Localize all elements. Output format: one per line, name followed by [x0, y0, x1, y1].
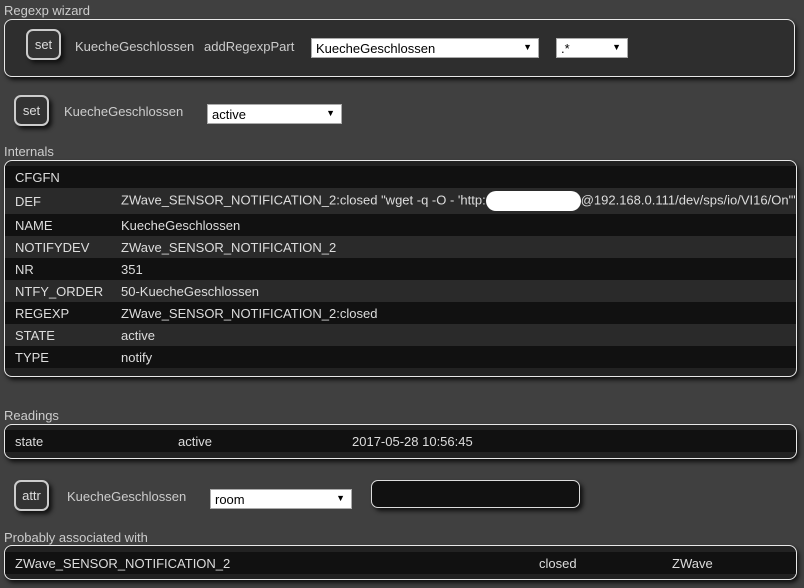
device-name: KuecheGeschlossen: [67, 489, 187, 504]
internal-key: STATE: [15, 327, 55, 343]
reading-timestamp: 2017-05-28 10:56:45: [352, 433, 473, 449]
internal-key: DEF: [15, 193, 41, 209]
command-label: addRegexpPart: [204, 39, 295, 54]
readings-table: state active 2017-05-28 10:56:45: [4, 424, 797, 459]
set-state-select[interactable]: active ▼: [207, 104, 342, 124]
chevron-down-icon: ▼: [326, 108, 335, 118]
def-part-2: @192.168.0.111/dev/sps/io/VI16/On'": [580, 192, 796, 208]
reading-value: active: [178, 433, 212, 449]
regexp-wizard-title: Regexp wizard: [4, 3, 90, 18]
internal-value: ZWave_SENSOR_NOTIFICATION_2:closed "wget…: [121, 191, 796, 211]
internal-value: ZWave_SENSOR_NOTIFICATION_2: [121, 239, 337, 255]
associated-title: Probably associated with: [4, 530, 148, 545]
internal-key: CFGFN: [15, 169, 60, 185]
reading-name: state: [15, 433, 44, 449]
readings-title: Readings: [4, 408, 59, 423]
attr-select[interactable]: room ▼: [210, 489, 352, 509]
associated-type: ZWave: [672, 555, 713, 571]
table-row: STATE active: [5, 324, 796, 346]
internal-key: TYPE: [15, 349, 49, 365]
def-part-1: ZWave_SENSOR_NOTIFICATION_2:closed "wget…: [121, 192, 486, 208]
attr-value-input[interactable]: [371, 480, 580, 508]
chevron-down-icon: ▼: [336, 493, 345, 503]
device-name: KuecheGeschlossen: [64, 104, 184, 119]
table-row: state active 2017-05-28 10:56:45: [5, 430, 796, 452]
select-value: .*: [561, 41, 570, 56]
chevron-down-icon: ▼: [612, 42, 621, 52]
internals-title: Internals: [4, 144, 54, 159]
internal-key: NAME: [15, 217, 53, 233]
internal-value: notify: [121, 349, 153, 365]
table-row: REGEXP ZWave_SENSOR_NOTIFICATION_2:closed: [5, 302, 796, 324]
internal-key: REGEXP: [15, 305, 70, 321]
select-value: KuecheGeschlossen: [316, 41, 436, 56]
internal-value: KuecheGeschlossen: [121, 217, 241, 233]
redacted-region: [485, 191, 581, 211]
table-row: NAME KuecheGeschlossen: [5, 214, 796, 236]
table-row[interactable]: ZWave_SENSOR_NOTIFICATION_2 closed ZWave: [5, 552, 796, 574]
regexp-wizard-panel: set KuecheGeschlossen addRegexpPart Kuec…: [4, 19, 795, 77]
table-row: DEF ZWave_SENSOR_NOTIFICATION_2:closed "w…: [5, 188, 796, 214]
internal-value: ZWave_SENSOR_NOTIFICATION_2:closed: [121, 305, 378, 321]
device-name: KuecheGeschlossen: [75, 39, 195, 54]
table-row: NOTIFYDEV ZWave_SENSOR_NOTIFICATION_2: [5, 236, 796, 258]
select-value: room: [215, 492, 245, 507]
select-value: active: [212, 107, 246, 122]
set-state-button[interactable]: set: [14, 95, 49, 126]
internal-key: NOTIFYDEV: [15, 239, 90, 255]
associated-table: ZWave_SENSOR_NOTIFICATION_2 closed ZWave: [4, 545, 797, 580]
internal-value: active: [121, 327, 155, 343]
internal-key: NTFY_ORDER: [15, 283, 104, 299]
table-row: CFGFN: [5, 166, 796, 188]
chevron-down-icon: ▼: [523, 42, 532, 52]
associated-device-link[interactable]: ZWave_SENSOR_NOTIFICATION_2: [15, 556, 539, 571]
internals-table: CFGFN DEF ZWave_SENSOR_NOTIFICATION_2:clo…: [4, 160, 797, 377]
table-row: NR 351: [5, 258, 796, 280]
table-row: NTFY_ORDER 50-KuecheGeschlossen: [5, 280, 796, 302]
regexp-pattern-select[interactable]: .* ▼: [556, 38, 628, 58]
associated-state: closed: [539, 555, 577, 571]
regexp-device-select[interactable]: KuecheGeschlossen ▼: [311, 38, 539, 58]
set-button[interactable]: set: [26, 29, 61, 60]
internal-key: NR: [15, 261, 34, 277]
internal-value: 50-KuecheGeschlossen: [121, 283, 260, 299]
internal-value: 351: [121, 261, 143, 277]
attr-button[interactable]: attr: [14, 480, 49, 511]
table-row: TYPE notify: [5, 346, 796, 368]
